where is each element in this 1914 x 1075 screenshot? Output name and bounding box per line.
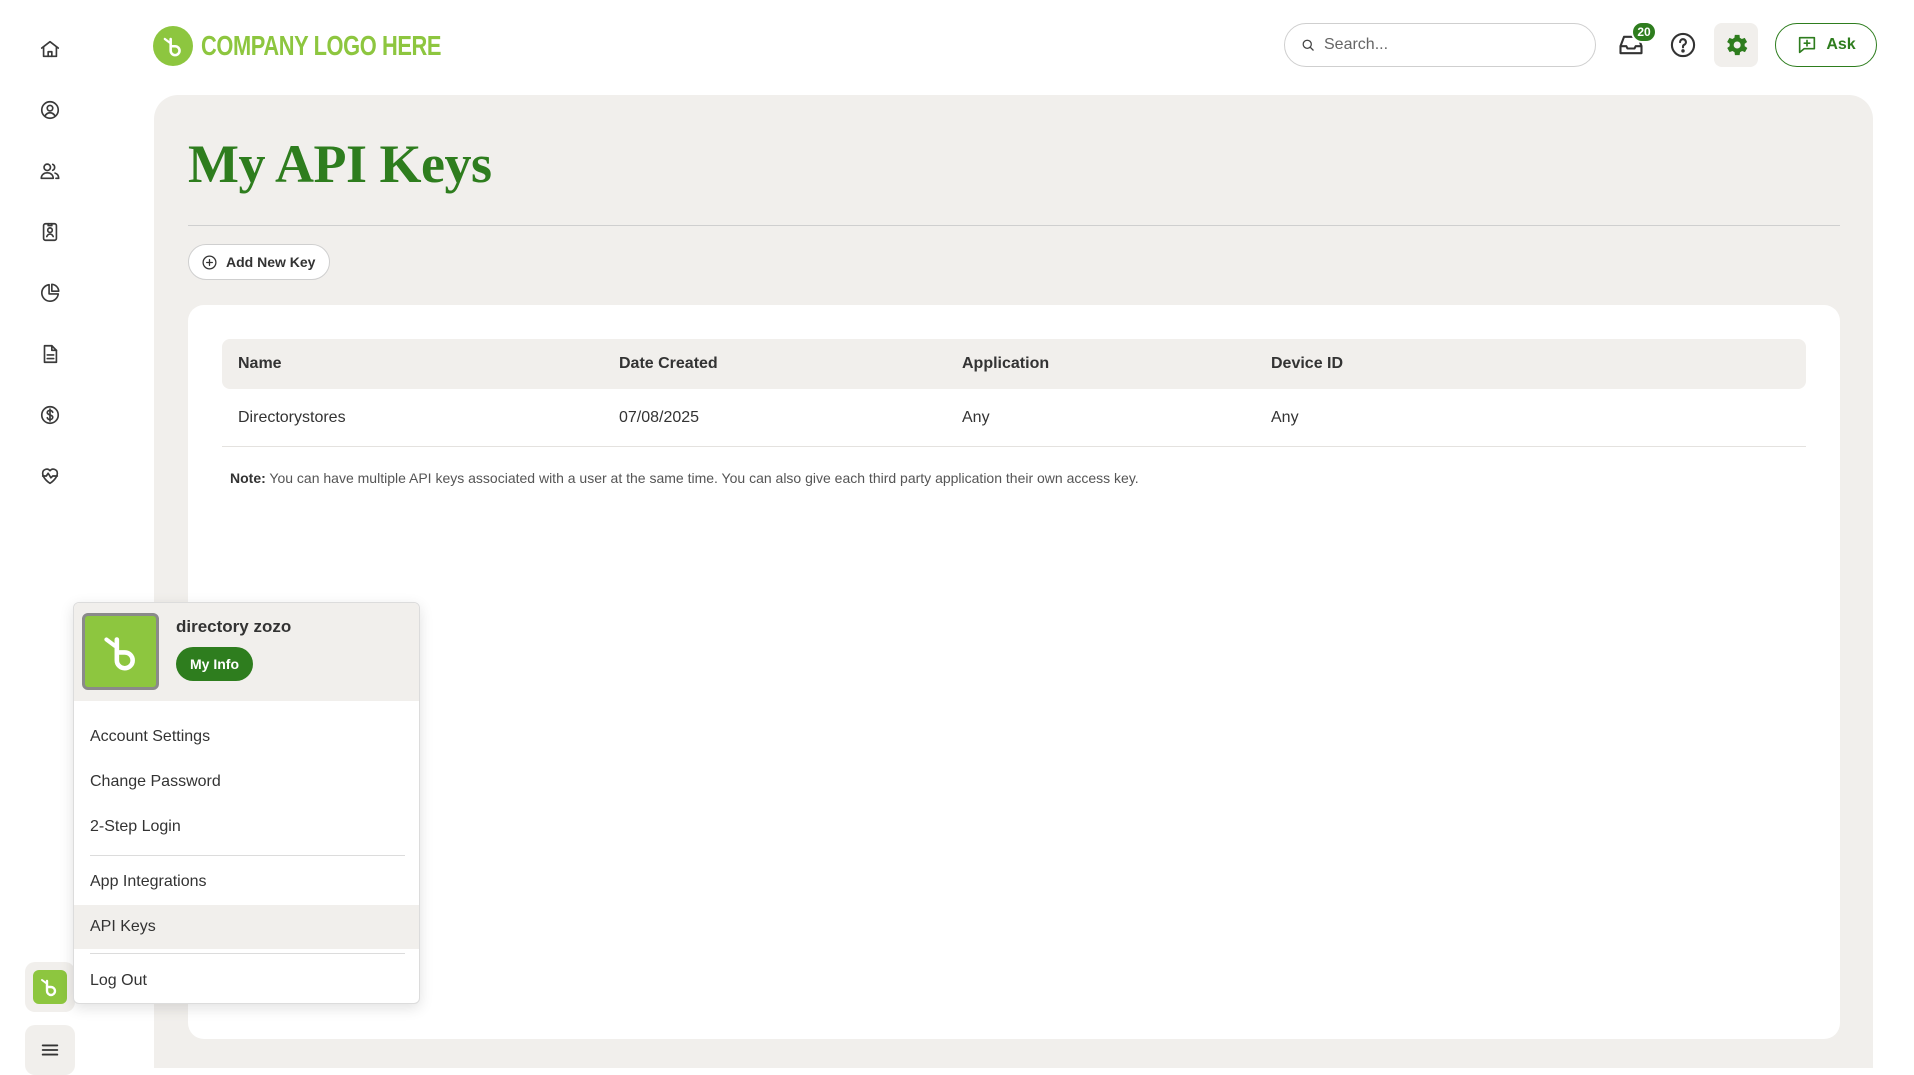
chat-sparkle-icon: [1799, 36, 1816, 54]
column-header-name[interactable]: Name: [238, 355, 282, 373]
column-header-application[interactable]: Application: [962, 355, 1049, 373]
add-new-key-button[interactable]: Add New Key: [188, 244, 331, 280]
id-badge-icon[interactable]: [37, 219, 63, 245]
help-icon[interactable]: [1668, 30, 1698, 60]
dollar-icon[interactable]: [37, 402, 63, 428]
company-logo[interactable]: COMPANY LOGO HERE: [153, 26, 509, 66]
my-info-button[interactable]: My Info: [176, 647, 253, 681]
cell-device-id: Any: [1271, 408, 1299, 426]
menu-item-api-keys[interactable]: API Keys: [74, 905, 419, 949]
cell-application: Any: [962, 408, 990, 426]
note-label: Note:: [230, 470, 266, 486]
user-menu-dropdown: directory zozo My Info Account Settings …: [73, 602, 420, 1004]
document-icon[interactable]: [37, 341, 63, 367]
ask-button[interactable]: Ask: [1775, 23, 1877, 67]
user-menu-header: directory zozo My Info: [74, 603, 419, 701]
home-icon[interactable]: [37, 36, 63, 62]
page-title: My API Keys: [188, 134, 492, 194]
note-text: You can have multiple API keys associate…: [269, 470, 1139, 486]
people-icon[interactable]: [37, 158, 63, 184]
logo-text: COMPANY LOGO HERE: [201, 30, 442, 61]
user-circle-icon[interactable]: [37, 97, 63, 123]
notification-badge: 20: [1631, 21, 1657, 43]
logo-mark-icon: [153, 26, 193, 66]
user-avatar-button[interactable]: [25, 962, 75, 1012]
menu-divider: [90, 953, 405, 954]
table-row[interactable]: Directorystores 07/08/2025 Any Any: [222, 389, 1806, 447]
user-name: directory zozo: [176, 617, 292, 636]
cell-name: Directorystores: [238, 408, 346, 426]
menu-item-account-settings[interactable]: Account Settings: [74, 715, 419, 759]
column-header-date-created[interactable]: Date Created: [619, 355, 718, 373]
ask-label: Ask: [1826, 36, 1856, 53]
menu-divider: [90, 855, 405, 856]
menu-item-2-step-login[interactable]: 2-Step Login: [74, 805, 419, 849]
avatar-logo-icon: [33, 970, 67, 1004]
table-header: Name Date Created Application Device ID: [222, 339, 1806, 389]
menu-item-log-out[interactable]: Log Out: [74, 959, 419, 1003]
search-bar[interactable]: [1284, 23, 1596, 67]
api-keys-note: Note: You can have multiple API keys ass…: [230, 470, 1139, 486]
add-new-key-label: Add New Key: [226, 254, 316, 270]
api-keys-card: Name Date Created Application Device ID …: [188, 305, 1840, 1039]
settings-gear-icon[interactable]: [1714, 23, 1758, 67]
menu-item-app-integrations[interactable]: App Integrations: [74, 860, 419, 904]
heart-pulse-icon[interactable]: [37, 463, 63, 489]
user-avatar: [82, 613, 159, 690]
column-header-device-id[interactable]: Device ID: [1271, 355, 1343, 373]
search-input[interactable]: [1324, 36, 1564, 54]
api-keys-table: Name Date Created Application Device ID …: [222, 339, 1806, 447]
cell-date-created: 07/08/2025: [619, 408, 700, 426]
plus-circle-icon: [202, 254, 217, 270]
search-icon: [1302, 39, 1314, 51]
menu-item-change-password[interactable]: Change Password: [74, 760, 419, 804]
title-divider: [188, 225, 1840, 226]
pie-chart-icon[interactable]: [37, 280, 63, 306]
